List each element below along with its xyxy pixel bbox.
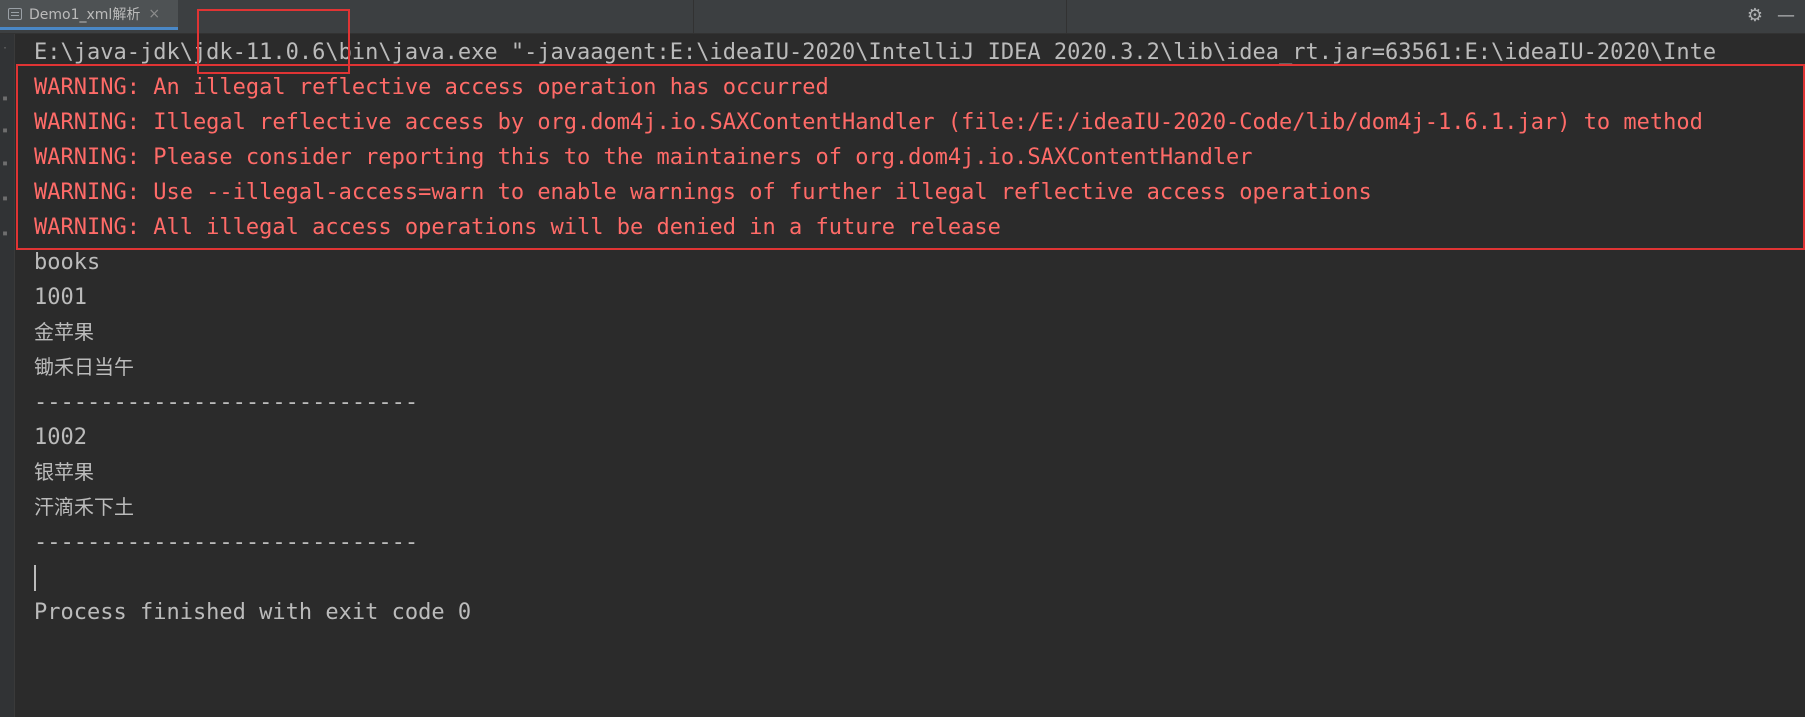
tab-demo1-xml[interactable]: Demo1_xml解析 × (0, 0, 178, 30)
warnings-highlight (16, 64, 1805, 250)
output-name: 银苹果 (34, 460, 94, 484)
output-id: 1001 (34, 285, 87, 310)
tab-divider (693, 0, 694, 33)
output-separator: ----------------------------- (34, 390, 419, 415)
output-root: books (34, 250, 101, 275)
output-name: 金苹果 (34, 320, 94, 344)
cursor-line (34, 560, 1805, 595)
left-gutter: · ▪ ▪ ▪ ▪ ▪ (0, 34, 15, 717)
gear-icon[interactable]: ⚙ (1747, 5, 1763, 26)
output-desc: 锄禾日当午 (34, 355, 134, 379)
output-separator: ----------------------------- (34, 530, 419, 555)
console-icon (8, 7, 22, 20)
tab-label: Demo1_xml解析 (29, 6, 141, 23)
tab-divider (1066, 0, 1067, 33)
output-desc: 汗滴禾下土 (34, 495, 134, 519)
output-id: 1002 (34, 425, 87, 450)
close-icon[interactable]: × (148, 6, 160, 22)
exit-status-line: Process finished with exit code 0 (34, 600, 472, 625)
text-caret (34, 565, 36, 591)
minimize-icon[interactable]: — (1777, 5, 1795, 26)
tool-window-actions: ⚙ — (1747, 5, 1795, 26)
